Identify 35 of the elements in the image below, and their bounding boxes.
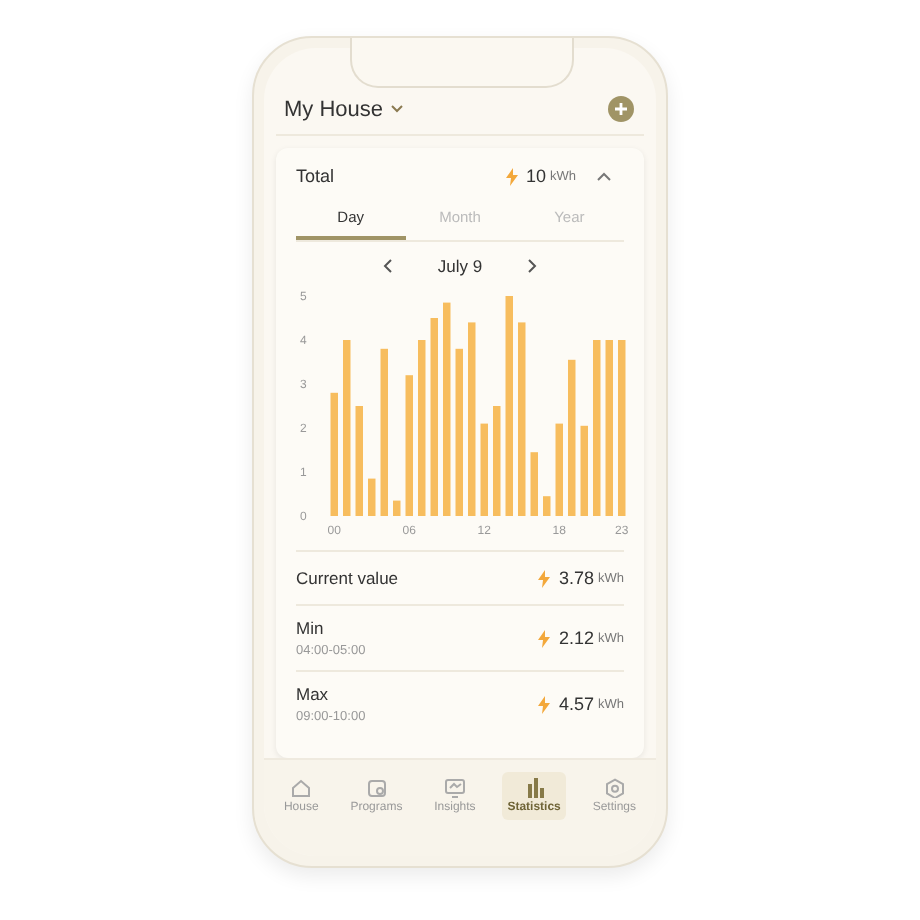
lightning-icon [505, 167, 518, 185]
house-selector[interactable]: My House [284, 97, 404, 121]
stat-label: Max [296, 684, 331, 704]
chevron-up-icon[interactable] [596, 171, 612, 181]
bar [330, 392, 338, 516]
lightning-icon [538, 569, 551, 587]
bar [580, 425, 588, 516]
lightning-icon [538, 629, 551, 647]
stat-value: 3.78 [558, 568, 594, 588]
gear-icon [603, 778, 626, 798]
stat-value: 2.12 [558, 628, 594, 648]
total-label: Total [296, 166, 337, 186]
bar [555, 423, 563, 516]
monitor-icon [443, 778, 466, 798]
bar [493, 406, 501, 516]
bar [530, 452, 538, 516]
stat-label: Current value [296, 568, 399, 588]
bar [480, 423, 488, 516]
stat-value: 4.57 [558, 694, 594, 714]
bar [368, 478, 376, 516]
stat-label: Min [296, 618, 326, 638]
bar [393, 500, 401, 516]
bar [355, 406, 363, 516]
lightning-icon [538, 695, 551, 713]
date-label: July 9 [437, 256, 483, 276]
house-icon [290, 778, 313, 798]
bar-chart-icon [523, 778, 546, 798]
total-value: 10 [525, 166, 546, 186]
add-icon[interactable] [608, 96, 634, 122]
bar [543, 496, 551, 516]
next-icon[interactable] [526, 258, 539, 274]
previous-icon[interactable] [381, 258, 394, 274]
chevron-down-icon [389, 104, 404, 114]
calendar-icon [365, 778, 388, 798]
bar [405, 375, 413, 516]
